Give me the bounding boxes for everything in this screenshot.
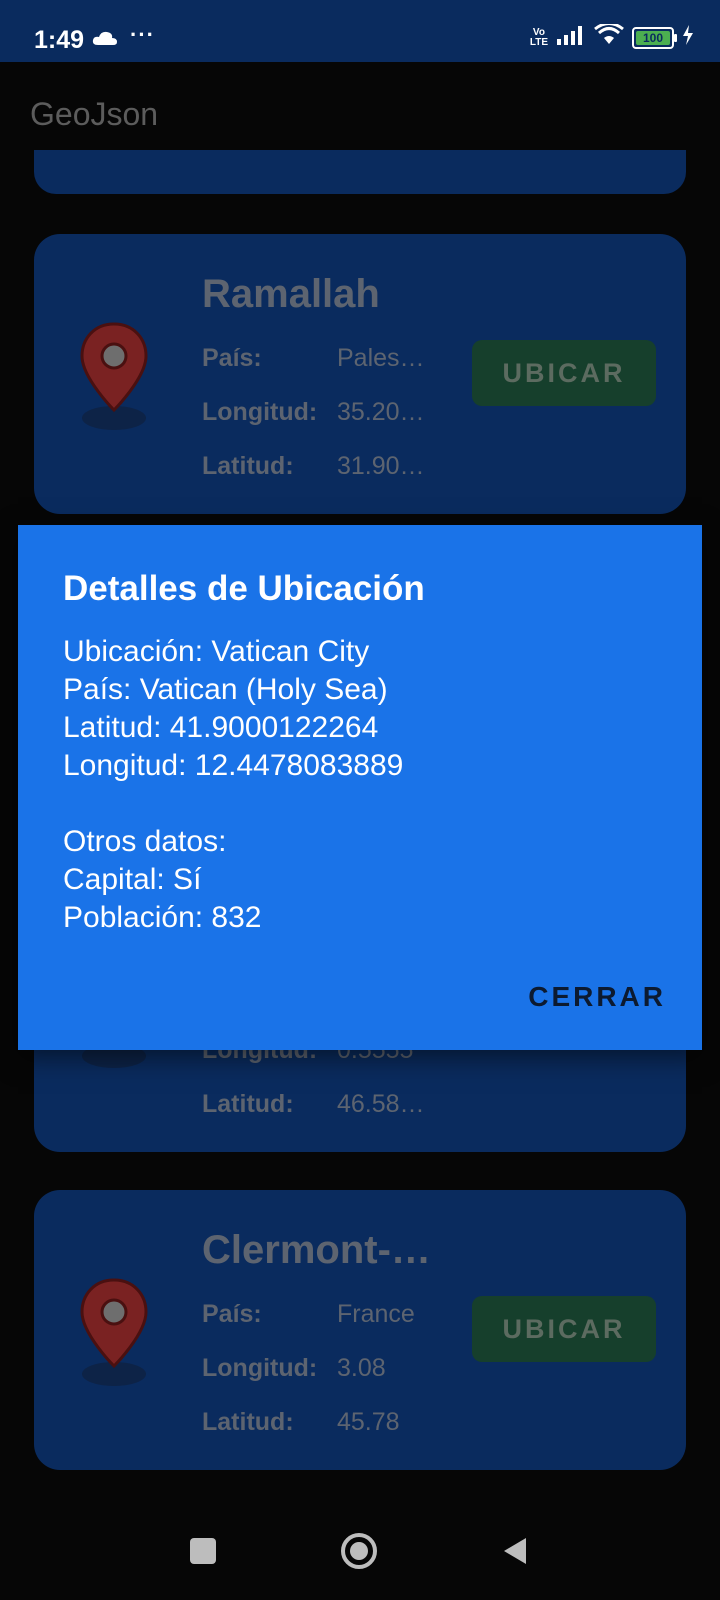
latitude-label: Latitud: xyxy=(202,1090,294,1118)
latitude-label: Latitud: xyxy=(202,452,294,480)
card-country-row: País: France xyxy=(202,1300,415,1329)
country-label: País: xyxy=(202,344,262,372)
location-card: Ramallah País: Pales… Longitud: 35.20… Lat… xyxy=(34,234,686,514)
dialog-other-heading: Otros datos: xyxy=(63,825,227,858)
card-latitude-row: Latitud: 31.90… xyxy=(202,452,425,481)
card-city-name: Clermont-… xyxy=(202,1228,431,1272)
dialog-location-line: Ubicación: Vatican City xyxy=(63,635,370,668)
location-card-partial xyxy=(34,150,686,194)
longitude-label: Longitud: xyxy=(202,398,318,426)
back-button[interactable] xyxy=(502,1536,528,1571)
card-longitude-row: Longitud: 3.08 xyxy=(202,1354,386,1383)
card-country-row: País: Pales… xyxy=(202,344,425,373)
latitude-label: Latitud: xyxy=(202,1408,294,1436)
latitude-value: 31.90… xyxy=(337,452,425,480)
longitude-value: 3.08 xyxy=(337,1354,386,1382)
latitude-value: 46.58… xyxy=(337,1090,425,1118)
location-details-dialog: Detalles de Ubicación Ubicación: Vatican… xyxy=(18,525,702,1050)
dialog-population-line: Población: 832 xyxy=(63,901,262,934)
locate-button[interactable]: UBICAR xyxy=(472,340,656,406)
close-button[interactable]: CERRAR xyxy=(528,981,666,1013)
location-pin-icon xyxy=(78,1276,150,1393)
battery-icon: 100 xyxy=(632,26,677,49)
status-time: 1:49 xyxy=(34,26,85,54)
dialog-country-line: País: Vatican (Holy Sea) xyxy=(63,673,388,706)
country-value: France xyxy=(337,1300,415,1328)
dialog-spacer xyxy=(63,785,403,823)
cloud-icon xyxy=(92,30,118,51)
status-right-group: Vo LTE 100 xyxy=(529,22,694,51)
locate-button[interactable]: UBICAR xyxy=(472,1296,656,1362)
status-bar: 1:49 ··· Vo LTE 100 xyxy=(0,0,720,62)
latitude-value: 45.78 xyxy=(337,1408,400,1436)
more-notifications-icon: ··· xyxy=(130,22,155,47)
location-card: Clermont-… País: France Longitud: 3.08 Lat… xyxy=(34,1190,686,1470)
dialog-body: Ubicación: Vatican City País: Vatican (H… xyxy=(63,633,403,937)
recents-button[interactable] xyxy=(190,1538,216,1564)
longitude-value: 35.20… xyxy=(337,398,425,426)
volte-indicator: Vo LTE xyxy=(529,26,548,48)
dialog-capital-line: Capital: Sí xyxy=(63,863,202,896)
system-nav-bar xyxy=(0,1510,720,1600)
dialog-longitude-line: Longitud: 12.4478083889 xyxy=(63,749,404,782)
country-value: Pales… xyxy=(337,344,425,372)
card-latitude-row: Latitud: 45.78 xyxy=(202,1408,400,1437)
card-latitude-row: Latitud: 46.58… xyxy=(202,1090,425,1119)
home-button[interactable] xyxy=(340,1532,378,1575)
country-label: País: xyxy=(202,1300,262,1328)
card-city-name: Ramallah xyxy=(202,272,380,316)
battery-level: 100 xyxy=(642,30,664,45)
location-pin-icon xyxy=(78,320,150,437)
charging-icon xyxy=(682,25,694,50)
wifi-icon xyxy=(594,22,624,51)
dialog-title: Detalles de Ubicación xyxy=(63,569,425,608)
longitude-label: Longitud: xyxy=(202,1354,318,1382)
app-title: GeoJson xyxy=(30,96,159,132)
signal-icon xyxy=(556,25,586,50)
card-longitude-row: Longitud: 35.20… xyxy=(202,398,425,427)
dialog-latitude-line: Latitud: 41.9000122264 xyxy=(63,711,379,744)
